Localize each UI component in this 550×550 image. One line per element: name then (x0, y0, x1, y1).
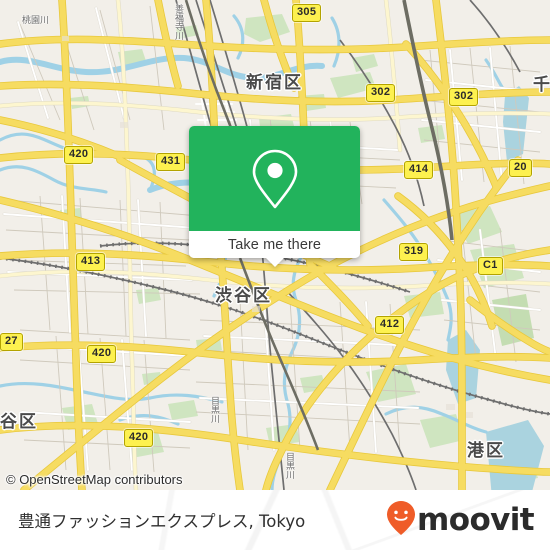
popup-action-bar[interactable]: Take me there (189, 231, 360, 258)
road-shield: 27 (0, 333, 23, 351)
water-label: 善福寺川 (173, 4, 183, 40)
water-label: 桃園川 (22, 16, 50, 26)
place-label: 新宿区 (246, 73, 303, 93)
moovit-smiley-pin-icon (386, 500, 416, 541)
road-shield: C1 (478, 257, 503, 275)
road-shield: 319 (399, 243, 429, 261)
road-shield: 20 (509, 159, 532, 177)
place-label: 谷区 (0, 412, 38, 432)
place-label: 港区 (467, 441, 505, 461)
bottom-info-bar: 豊通ファッションエクスプレス, Tokyo moovit (0, 490, 550, 550)
place-title: 豊通ファッションエクスプレス, Tokyo (18, 512, 306, 531)
popup-tail (265, 257, 285, 267)
moovit-logo[interactable]: moovit (386, 500, 535, 541)
road-shield: 414 (404, 161, 434, 179)
map-canvas[interactable]: .rd-major { stroke:#f6dc61; stroke-width… (0, 0, 550, 490)
road-shield: 420 (124, 429, 154, 447)
road-shield: 413 (76, 253, 106, 271)
place-label: 渋谷区 (215, 286, 272, 306)
road-shield: 412 (375, 316, 405, 334)
water-label: 目黒川 (284, 452, 294, 479)
moovit-wordmark: moovit (417, 501, 535, 538)
road-shield: 302 (449, 88, 479, 106)
osm-attribution[interactable]: © OpenStreetMap contributors (6, 472, 183, 487)
road-shield: 420 (64, 146, 94, 164)
moovit-map-screenshot: .rd-major { stroke:#f6dc61; stroke-width… (0, 0, 550, 550)
popup-pin-panel (189, 126, 360, 231)
road-shield: 302 (366, 84, 396, 102)
water-label: 目黒川 (209, 396, 219, 423)
place-label: 千 (533, 75, 550, 95)
map-pin-icon (251, 148, 299, 210)
road-shield: 305 (292, 4, 322, 22)
take-me-there-popup[interactable]: Take me there (189, 126, 360, 267)
popup-action-label: Take me there (227, 236, 322, 253)
road-shield: 431 (156, 153, 186, 171)
road-shield: 420 (87, 345, 117, 363)
